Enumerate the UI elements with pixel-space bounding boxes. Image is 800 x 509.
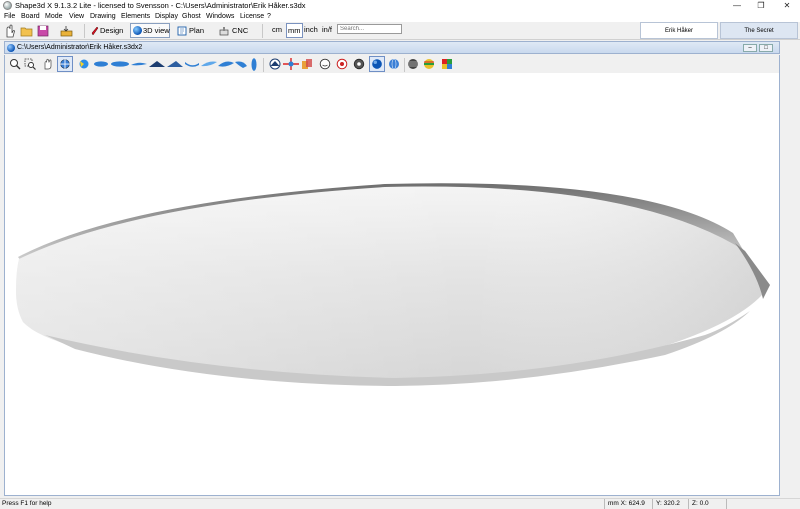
- pan-hand-icon[interactable]: [42, 58, 54, 70]
- restore-button[interactable]: ❐: [752, 0, 770, 12]
- board-outline-icon[interactable]: [218, 60, 234, 68]
- toolbar-separator: [262, 24, 263, 38]
- board-profile-icon[interactable]: [149, 59, 165, 69]
- grid-sphere-icon[interactable]: [407, 58, 419, 70]
- open-folder-icon[interactable]: [20, 25, 33, 37]
- shaded-sphere-icon[interactable]: [369, 56, 385, 72]
- board-profile-alt-icon[interactable]: [167, 59, 183, 69]
- cnc-mode-button[interactable]: CNC: [216, 23, 250, 38]
- save-icon[interactable]: [37, 25, 49, 37]
- plan-icon: [177, 26, 187, 36]
- menu-license[interactable]: License: [240, 13, 264, 20]
- plan-mode-button[interactable]: Plan: [174, 23, 208, 38]
- palette-icon[interactable]: [441, 58, 453, 70]
- doc-minimize-button[interactable]: –: [743, 44, 757, 52]
- board-side-icon[interactable]: [131, 60, 147, 68]
- export-icon[interactable]: [60, 25, 73, 37]
- doc-close-button[interactable]: [775, 44, 779, 52]
- cnc-label: CNC: [232, 26, 249, 35]
- menu-mode[interactable]: Mode: [45, 13, 63, 20]
- board-deck-icon[interactable]: [94, 60, 108, 68]
- color-board-icon[interactable]: [78, 58, 90, 70]
- search-input[interactable]: [337, 24, 402, 34]
- multi-board-icon[interactable]: [301, 58, 313, 70]
- menu-file[interactable]: File: [4, 13, 15, 20]
- menu-ghost[interactable]: Ghost: [182, 13, 201, 20]
- view-toolbar: [4, 55, 780, 73]
- app-icon: [3, 1, 12, 10]
- unit-inch[interactable]: inch: [304, 25, 318, 34]
- design-mode-button[interactable]: Design: [88, 23, 126, 38]
- board-vertical-icon[interactable]: [251, 58, 257, 71]
- 3d-viewport[interactable]: [4, 73, 780, 496]
- pencil-icon: [91, 26, 99, 36]
- 3d-view-label: 3D view: [143, 26, 170, 35]
- axis-move-icon[interactable]: [283, 58, 299, 70]
- unit-mm[interactable]: mm: [286, 23, 303, 38]
- board-tail-icon[interactable]: [235, 60, 247, 69]
- menu-elements[interactable]: Elements: [121, 13, 150, 20]
- toolbar-separator: [263, 58, 264, 72]
- design-label: Design: [100, 26, 124, 35]
- title-bar: Shape3d X 9.1.3.2 Lite - licensed to Sve…: [0, 0, 800, 12]
- status-x-coordinate: mm X: 624.9: [608, 500, 645, 507]
- board-thickness-icon[interactable]: [201, 60, 217, 68]
- tab-the-secret[interactable]: The Secret: [720, 22, 798, 39]
- section-view-icon[interactable]: [269, 58, 281, 70]
- close-button[interactable]: ✕: [778, 0, 796, 12]
- color-sphere-icon[interactable]: [423, 58, 435, 70]
- menu-bar: File Board Mode View Drawing Elements Di…: [0, 12, 800, 22]
- menu-view[interactable]: View: [69, 13, 84, 20]
- surfboard-3d-model[interactable]: [5, 73, 781, 496]
- document-title-bar: C:\Users\Administrator\Erik Håker.s3dx2 …: [4, 41, 780, 54]
- status-y-coordinate: Y: 320.2: [656, 500, 680, 507]
- face-icon[interactable]: [319, 58, 331, 70]
- cnc-machine-icon: [219, 27, 229, 36]
- menu-display[interactable]: Display: [155, 13, 178, 20]
- target-icon[interactable]: [336, 58, 348, 70]
- toolbar-separator: [404, 58, 405, 72]
- sphere-icon: [133, 26, 142, 35]
- document-icon: [7, 44, 15, 52]
- minimize-button[interactable]: —: [728, 0, 746, 12]
- rotate-view-icon[interactable]: [57, 56, 73, 72]
- unit-cm[interactable]: cm: [272, 25, 282, 34]
- menu-help[interactable]: ?: [267, 13, 271, 20]
- 3d-view-mode-button[interactable]: 3D view: [130, 23, 170, 38]
- menu-windows[interactable]: Windows: [206, 13, 234, 20]
- gear-icon[interactable]: [353, 58, 365, 70]
- status-z-coordinate: Z: 0.0: [692, 500, 709, 507]
- status-help-text: Press F1 for help: [2, 500, 52, 507]
- board-bottom-icon[interactable]: [111, 60, 129, 68]
- zoom-window-icon[interactable]: [24, 58, 36, 70]
- zoom-icon[interactable]: [9, 58, 21, 70]
- unit-in-f[interactable]: in/f: [322, 25, 332, 34]
- document-title: C:\Users\Administrator\Erik Håker.s3dx2: [17, 44, 143, 51]
- plan-label: Plan: [189, 26, 205, 35]
- status-bar: Press F1 for help mm X: 624.9 Y: 320.2 Z…: [0, 498, 800, 509]
- menu-board[interactable]: Board: [21, 13, 40, 20]
- wire-sphere-icon[interactable]: [388, 58, 400, 70]
- doc-restore-button[interactable]: □: [759, 44, 773, 52]
- hand-icon[interactable]: [3, 24, 15, 38]
- menu-drawing[interactable]: Drawing: [90, 13, 116, 20]
- board-rocker-icon[interactable]: [185, 60, 199, 68]
- tab-erik-haker[interactable]: Erik Håker: [640, 22, 718, 39]
- toolbar-separator: [84, 24, 85, 38]
- window-title: Shape3d X 9.1.3.2 Lite - licensed to Sve…: [15, 1, 306, 10]
